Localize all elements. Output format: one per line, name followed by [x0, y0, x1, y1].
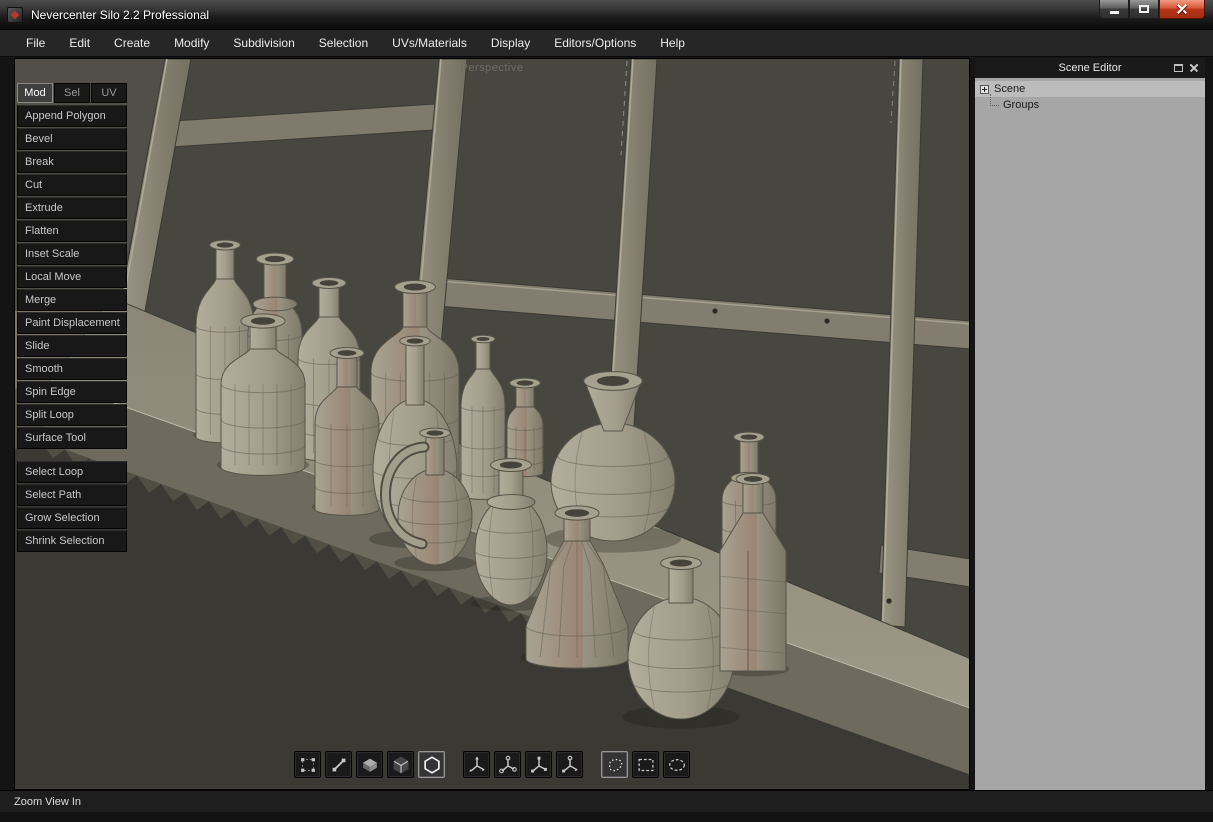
move-tool-button[interactable]	[463, 751, 490, 778]
lasso-select-icon	[604, 754, 626, 776]
scale-tool-icon	[528, 754, 550, 776]
tool-button-flatten[interactable]: Flatten	[17, 220, 127, 242]
minimize-icon	[1110, 11, 1119, 14]
multi-select-mode-icon	[421, 754, 443, 776]
tool-button-paint-displacement[interactable]: Paint Displacement	[17, 312, 127, 334]
tool-button-split-loop[interactable]: Split Loop	[17, 404, 127, 426]
tool-button-surface-tool[interactable]: Surface Tool	[17, 427, 127, 449]
menu-edit[interactable]: Edit	[57, 30, 102, 57]
tool-button-list: Append PolygonBevelBreakCutExtrudeFlatte…	[17, 105, 131, 449]
ellipse-select-icon	[666, 754, 688, 776]
menu-file[interactable]: File	[14, 30, 57, 57]
menu-create[interactable]: Create	[102, 30, 162, 57]
app-window: Nevercenter Silo 2.2 Professional File E…	[0, 0, 1213, 822]
tab-sel[interactable]: Sel	[54, 83, 90, 103]
tool-button-select-loop[interactable]: Select Loop	[17, 461, 127, 483]
tree-item-groups[interactable]: Groups	[975, 97, 1205, 113]
object-mode-button[interactable]	[387, 751, 414, 778]
minimize-button[interactable]	[1099, 0, 1129, 19]
tool-button-extrude[interactable]: Extrude	[17, 197, 127, 219]
selection-styles-group	[599, 751, 692, 778]
tool-button-smooth[interactable]: Smooth	[17, 358, 127, 380]
menu-help[interactable]: Help	[648, 30, 697, 57]
face-mode-button[interactable]	[356, 751, 383, 778]
window-controls	[1099, 0, 1205, 19]
scale-tool-button[interactable]	[525, 751, 552, 778]
app-icon	[7, 7, 23, 23]
scene-editor-panel: Scene Editor Scene Groups	[975, 58, 1205, 790]
marquee-select-icon	[635, 754, 657, 776]
rotate-tool-button[interactable]	[494, 751, 521, 778]
vertex-mode-button[interactable]	[294, 751, 321, 778]
scene-tree: Scene Groups	[975, 78, 1205, 113]
selection-modes-group	[292, 751, 447, 778]
vertex-mode-icon	[297, 754, 319, 776]
viewport-scene	[15, 59, 970, 790]
tree-item-label: Groups	[1003, 99, 1039, 111]
tool-button-cut[interactable]: Cut	[17, 174, 127, 196]
menu-display[interactable]: Display	[479, 30, 542, 57]
window-title: Nevercenter Silo 2.2 Professional	[31, 8, 209, 22]
menu-subdivision[interactable]: Subdivision	[221, 30, 306, 57]
scene-editor-titlebar[interactable]: Scene Editor	[975, 58, 1205, 78]
tool-button-inset-scale[interactable]: Inset Scale	[17, 243, 127, 265]
tab-mod[interactable]: Mod	[17, 83, 53, 103]
tool-button-merge[interactable]: Merge	[17, 289, 127, 311]
close-panel-icon[interactable]	[1189, 63, 1199, 73]
tool-list-gap	[17, 450, 131, 461]
edge-mode-icon	[328, 754, 350, 776]
rotate-tool-icon	[497, 754, 519, 776]
tool-panel: Mod Sel UV Append PolygonBevelBreakCutEx…	[17, 83, 131, 553]
tool-panel-tabs: Mod Sel UV	[17, 83, 131, 103]
status-bar: Zoom View In	[0, 790, 1213, 812]
status-text: Zoom View In	[14, 796, 81, 808]
tool-button-bevel[interactable]: Bevel	[17, 128, 127, 150]
tool-button-append-polygon[interactable]: Append Polygon	[17, 105, 127, 127]
object-mode-icon	[390, 754, 412, 776]
tool-button-shrink-selection[interactable]: Shrink Selection	[17, 530, 127, 552]
maximize-icon	[1139, 5, 1149, 13]
viewport-3d[interactable]: Perspective Mod Sel UV Append PolygonBev…	[14, 58, 970, 790]
tool-button-break[interactable]: Break	[17, 151, 127, 173]
float-panel-icon[interactable]	[1174, 64, 1183, 72]
scene-editor-title: Scene Editor	[1059, 62, 1122, 74]
marquee-select-button[interactable]	[632, 751, 659, 778]
edge-mode-button[interactable]	[325, 751, 352, 778]
menubar: File Edit Create Modify Subdivision Sele…	[0, 30, 1213, 57]
tree-connector-icon	[990, 94, 999, 106]
main-content: Perspective Mod Sel UV Append PolygonBev…	[0, 57, 1213, 790]
tree-item-scene[interactable]: Scene	[975, 81, 1205, 97]
expand-icon[interactable]	[980, 85, 989, 94]
universal-manipulator-button[interactable]	[556, 751, 583, 778]
face-mode-icon	[359, 754, 381, 776]
tool-button-grow-selection[interactable]: Grow Selection	[17, 507, 127, 529]
manipulators-group	[461, 751, 585, 778]
menu-modify[interactable]: Modify	[162, 30, 221, 57]
tool-button-local-move[interactable]: Local Move	[17, 266, 127, 288]
viewport-mode-label: Perspective	[15, 62, 969, 74]
tool-button-spin-edge[interactable]: Spin Edge	[17, 381, 127, 403]
tab-uv[interactable]: UV	[91, 83, 127, 103]
lasso-select-button[interactable]	[601, 751, 628, 778]
titlebar[interactable]: Nevercenter Silo 2.2 Professional	[0, 0, 1213, 30]
move-tool-icon	[466, 754, 488, 776]
menu-editors-options[interactable]: Editors/Options	[542, 30, 648, 57]
ellipse-select-button[interactable]	[663, 751, 690, 778]
tool-button-slide[interactable]: Slide	[17, 335, 127, 357]
menu-uvs-materials[interactable]: UVs/Materials	[380, 30, 479, 57]
universal-manipulator-icon	[559, 754, 581, 776]
menu-selection[interactable]: Selection	[307, 30, 380, 57]
multi-select-mode-button[interactable]	[418, 751, 445, 778]
tool-button-select-path[interactable]: Select Path	[17, 484, 127, 506]
bottom-toolbar	[285, 751, 699, 778]
close-button[interactable]	[1159, 0, 1205, 19]
maximize-button[interactable]	[1129, 0, 1159, 19]
close-icon	[1176, 3, 1188, 15]
selection-tool-list: Select LoopSelect PathGrow SelectionShri…	[17, 461, 131, 552]
